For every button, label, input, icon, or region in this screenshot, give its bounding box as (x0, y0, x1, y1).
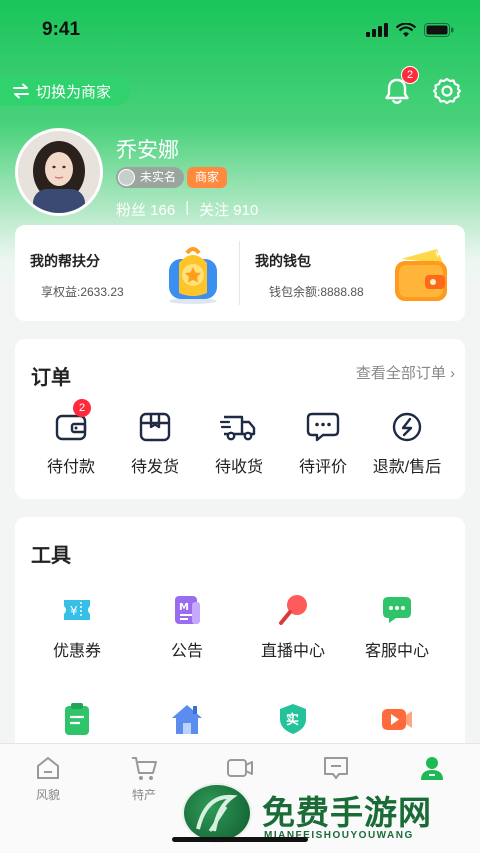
video-tab-icon (227, 759, 253, 777)
view-all-orders-link[interactable]: 查看全部订单 › (356, 362, 455, 383)
unverified-heart-icon (118, 169, 135, 186)
status-bar: 9:41 (0, 0, 480, 60)
tools-title: 工具 (31, 545, 71, 567)
tab-messages[interactable] (296, 754, 376, 782)
video-icon (382, 709, 412, 730)
status-time: 9:41 (42, 19, 81, 40)
tool-notice[interactable]: M 公告 (137, 593, 237, 661)
settings-gear-icon[interactable] (432, 76, 462, 106)
tool-clipboard[interactable] (27, 701, 127, 737)
home-icon (37, 757, 59, 779)
cart-icon (132, 757, 157, 780)
microphone-icon (279, 595, 307, 625)
orders-card: 订单 查看全部订单 › 2 待付款 待发货 待收货 待评价 退款/售后 (15, 339, 465, 499)
avatar-image (18, 131, 100, 213)
following-count[interactable]: 关注 910 (199, 199, 258, 220)
clipboard-icon (65, 703, 89, 735)
watermark-title: 免费手游网 (262, 794, 432, 831)
signal-icon (366, 23, 388, 37)
wallet-icon: ¥ (395, 249, 447, 301)
assets-card: 我的帮扶分 享权益:2633.23 我的钱包 钱包余额:8888.88 ¥ (15, 225, 465, 321)
house-icon (172, 705, 202, 734)
wallet-balance: 钱包余额:8888.88 (269, 285, 364, 299)
tool-label: 优惠券 (52, 643, 101, 660)
verify-status-label: 未实名 (140, 170, 177, 184)
watermark-logo (182, 783, 252, 843)
order-pending-review[interactable]: 待评价 (283, 411, 363, 477)
tool-live-center[interactable]: 直播中心 (243, 593, 343, 661)
tool-customer-service[interactable]: 客服中心 (347, 593, 447, 661)
order-pending-payment[interactable]: 2 待付款 (31, 399, 111, 477)
wifi-icon (396, 22, 416, 37)
order-label: 退款/售后 (372, 459, 442, 476)
pending-payment-badge: 2 (73, 399, 91, 417)
follow-stats: 粉丝 166 | 关注 910 (116, 199, 258, 220)
tab-profile[interactable] (392, 754, 472, 782)
chat-icon (383, 597, 411, 623)
order-label: 待收货 (214, 459, 263, 476)
tool-coupon[interactable]: ¥ 优惠券 (27, 593, 127, 661)
tab-scenery[interactable]: 风貌 (8, 754, 88, 803)
verify-status-badge[interactable]: 未实名 (116, 167, 185, 188)
tool-label: 公告 (170, 643, 203, 660)
order-label: 待发货 (130, 459, 179, 476)
orders-title: 订单 (31, 367, 71, 389)
tab-specialty[interactable]: 特产 (104, 754, 184, 803)
comment-icon (306, 412, 340, 442)
username: 乔安娜 (116, 139, 179, 162)
wallet-title[interactable]: 我的钱包 (255, 251, 311, 271)
svg-text:¥: ¥ (70, 604, 78, 618)
switch-to-merchant-button[interactable]: 切换为商家 (0, 76, 130, 106)
support-star-icon (169, 247, 217, 304)
package-icon (139, 412, 171, 442)
tool-video[interactable] (347, 701, 447, 737)
swap-icon (13, 83, 29, 99)
order-label: 待评价 (298, 459, 347, 476)
battery-icon (424, 23, 454, 37)
order-label: 待付款 (46, 459, 95, 476)
message-tab-icon (324, 757, 348, 779)
support-score-title[interactable]: 我的帮扶分 (30, 251, 100, 271)
tool-house[interactable] (137, 701, 237, 737)
tab-video[interactable] (200, 754, 280, 782)
stats-separator: | (185, 199, 190, 216)
svg-text:M: M (179, 602, 189, 613)
profile-tab-icon (421, 757, 443, 780)
order-pending-shipment[interactable]: 待发货 (115, 411, 195, 477)
tool-verify[interactable]: 实 (243, 701, 343, 737)
merchant-badge: 商家 (187, 167, 228, 188)
tab-label: 风貌 (35, 788, 60, 802)
notice-icon: M (175, 596, 200, 624)
tools-card: 工具 ¥ 优惠券 M 公告 直播中心 客服中心 实 (15, 517, 465, 777)
fans-count[interactable]: 粉丝 166 (116, 199, 175, 220)
switch-label: 切换为商家 (36, 83, 112, 101)
truck-icon (220, 415, 256, 441)
support-score-value: 享权益:2633.23 (41, 285, 124, 299)
tool-label: 直播中心 (260, 643, 325, 660)
order-refund-aftersale[interactable]: 退款/售后 (367, 411, 447, 477)
status-icons (366, 22, 454, 38)
shield-icon: 实 (280, 704, 306, 734)
home-indicator (172, 837, 308, 842)
coupon-icon: ¥ (64, 600, 90, 620)
svg-text:¥: ¥ (435, 250, 441, 260)
tool-verify-glyph: 实 (286, 712, 299, 728)
card-divider (239, 241, 240, 305)
tool-label: 客服中心 (364, 643, 429, 660)
notification-badge: 2 (401, 66, 419, 84)
avatar[interactable] (15, 128, 103, 216)
refund-icon (392, 412, 422, 442)
order-pending-receipt[interactable]: 待收货 (199, 411, 279, 477)
tab-label: 特产 (131, 788, 156, 802)
